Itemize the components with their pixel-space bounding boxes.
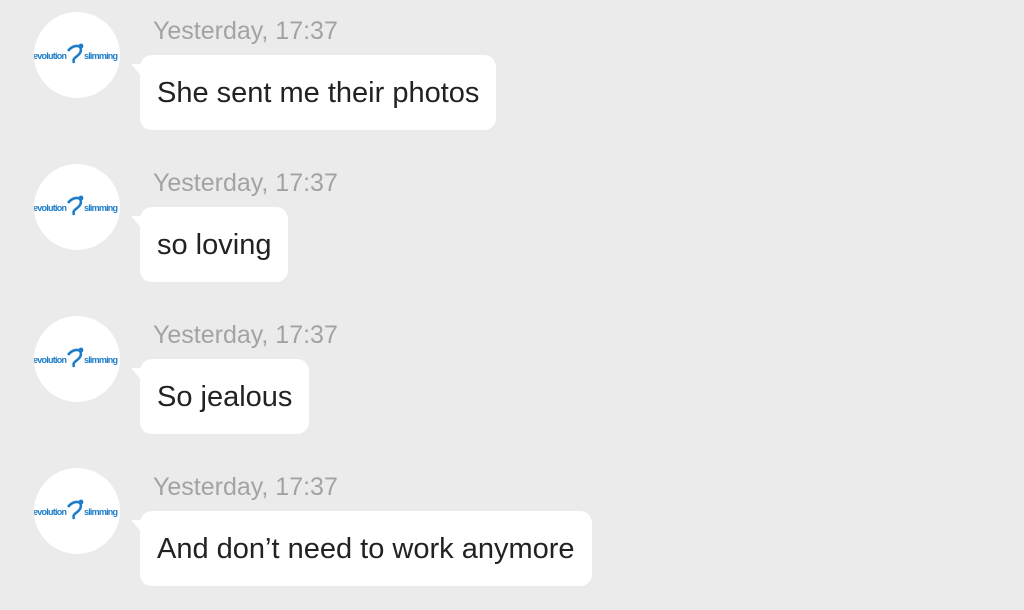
svg-text:evolution: evolution [34, 51, 67, 61]
avatar[interactable]: evolution slimming [34, 468, 120, 554]
message-row: evolution slimming Yesterday, 17:37 So j… [0, 304, 1024, 456]
message-row: evolution slimming Yesterday, 17:37 She … [0, 0, 1024, 152]
message-timestamp: Yesterday, 17:37 [153, 321, 338, 349]
svg-text:evolution: evolution [34, 355, 67, 365]
svg-text:slimming: slimming [84, 355, 118, 365]
message-bubble[interactable]: She sent me their photos [130, 55, 497, 130]
evolution-slimming-logo: evolution slimming [34, 347, 118, 368]
message-bubble[interactable]: So jealous [130, 359, 310, 434]
svg-text:evolution: evolution [34, 507, 67, 517]
svg-text:slimming: slimming [84, 51, 118, 61]
evolution-slimming-logo: evolution slimming [34, 195, 118, 216]
svg-text:slimming: slimming [84, 507, 118, 517]
message-row: evolution slimming Yesterday, 17:37 And … [0, 456, 1024, 608]
evolution-slimming-logo: evolution slimming [34, 43, 118, 64]
message-bubble[interactable]: And don’t need to work anymore [131, 511, 592, 586]
avatar[interactable]: evolution slimming [34, 164, 120, 250]
message-text: So jealous [157, 380, 293, 413]
avatar[interactable]: evolution slimming [34, 12, 120, 98]
message-text: She sent me their photos [157, 76, 480, 109]
avatar[interactable]: evolution slimming [34, 316, 120, 402]
message-timestamp: Yesterday, 17:37 [153, 17, 338, 45]
message-bubble[interactable]: so loving [130, 207, 289, 282]
message-timestamp: Yesterday, 17:37 [153, 473, 338, 501]
message-row: evolution slimming Yesterday, 17:37 so l… [0, 152, 1024, 304]
message-text: And don’t need to work anymore [157, 532, 575, 565]
message-timestamp: Yesterday, 17:37 [153, 169, 338, 197]
message-text: so loving [157, 228, 272, 261]
evolution-slimming-logo: evolution slimming [34, 499, 118, 520]
svg-text:evolution: evolution [34, 203, 67, 213]
svg-text:slimming: slimming [84, 203, 118, 213]
